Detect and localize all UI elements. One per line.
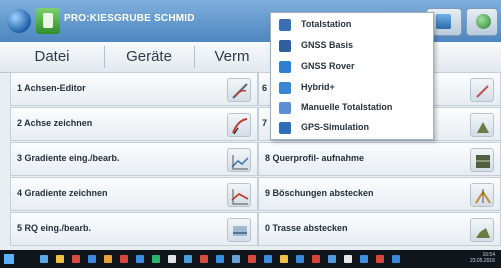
taskbar-app-icon[interactable] [56, 255, 64, 263]
gps-simulation-icon [279, 122, 291, 134]
taskbar-clock[interactable]: 16:54 23.05.2016 [470, 252, 495, 264]
taskbar-app-icon[interactable] [344, 255, 352, 263]
dropdown-item-label: GNSS Basis [301, 40, 354, 50]
devices-dropdown: Totalstation GNSS Basis GNSS Rover Hybri… [270, 12, 434, 140]
dropdown-item-label: GNSS Rover [301, 61, 355, 71]
row-achse-zeichnen[interactable]: 2 Achse zeichnen [10, 107, 258, 141]
taskbar-app-icon[interactable] [40, 255, 48, 263]
menu-geraete[interactable]: Geräte [104, 42, 194, 72]
draw-gradient-icon [227, 183, 251, 207]
row-gradiente-zeichnen[interactable]: 4 Gradiente zeichnen [10, 177, 258, 211]
row-boeschungen[interactable]: 9 Böschungen abstecken [258, 177, 501, 211]
gradient-edit-icon [227, 148, 251, 172]
totalstation-icon [279, 19, 291, 31]
menu-verm[interactable]: Verm [194, 42, 270, 72]
window-title: PRO:KIESGRUBE SCHMID [64, 13, 195, 24]
draw-axis-icon [227, 113, 251, 137]
taskbar-app-icon[interactable] [184, 255, 192, 263]
route-stakeout-icon [470, 218, 494, 242]
row-label: 8 Querprofil- aufnahme [265, 153, 365, 163]
row-label: 9 Böschungen abstecken [265, 188, 374, 198]
row-number: 6 [262, 83, 268, 93]
menu-datei[interactable]: Datei [0, 42, 104, 72]
axis-editor-icon [227, 78, 251, 102]
taskbar-app-icon[interactable] [264, 255, 272, 263]
dropdown-item-label: GPS-Simulation [301, 122, 370, 132]
dropdown-item-gnss-rover[interactable]: GNSS Rover [271, 57, 433, 77]
project-icon[interactable] [36, 8, 60, 34]
slope-stakeout-icon [470, 183, 494, 207]
dropdown-item-hybrid[interactable]: Hybrid+ [271, 78, 433, 98]
hybrid-icon [279, 82, 291, 94]
taskbar-app-icon[interactable] [72, 255, 80, 263]
taskbar-app-icon[interactable] [296, 255, 304, 263]
gnss-rover-icon [279, 61, 291, 73]
stakeout-icon [470, 113, 494, 137]
taskbar-app-icon[interactable] [360, 255, 368, 263]
row-rq-eing[interactable]: 5 RQ eing./bearb. [10, 212, 258, 246]
row-gradiente-eing[interactable]: 3 Gradiente eing./bearb. [10, 142, 258, 176]
dropdown-item-gps-simulation[interactable]: GPS-Simulation [271, 118, 433, 138]
taskbar-app-icon[interactable] [280, 255, 288, 263]
toolbar-globe-button[interactable] [466, 8, 498, 36]
taskbar-app-icon[interactable] [120, 255, 128, 263]
globe-icon[interactable] [7, 9, 31, 33]
dropdown-item-gnss-basis[interactable]: GNSS Basis [271, 36, 433, 56]
edit-icon [470, 78, 494, 102]
gnss-base-icon [279, 40, 291, 52]
taskbar-app-icon[interactable] [328, 255, 336, 263]
row-achsen-editor[interactable]: 1 Achsen-Editor [10, 72, 258, 106]
row-number: 7 [262, 118, 268, 128]
map-icon [436, 14, 451, 29]
taskbar-app-icon[interactable] [248, 255, 256, 263]
taskbar-app-icon[interactable] [232, 255, 240, 263]
taskbar-date: 23.05.2016 [469, 258, 495, 264]
taskbar-app-icon[interactable] [312, 255, 320, 263]
taskbar: 16:54 23.05.2016 [0, 250, 501, 268]
dropdown-item-manuelle-totalstation[interactable]: Manuelle Totalstation [271, 98, 433, 118]
taskbar-app-icon[interactable] [136, 255, 144, 263]
row-label: 2 Achse zeichnen [17, 118, 93, 128]
taskbar-app-icon[interactable] [200, 255, 208, 263]
dropdown-item-label: Hybrid+ [301, 82, 335, 92]
dropdown-item-label: Totalstation [301, 19, 352, 29]
row-trasse-abstecken[interactable]: 0 Trasse abstecken [258, 212, 501, 246]
taskbar-app-icon[interactable] [152, 255, 160, 263]
row-label: 0 Trasse abstecken [265, 223, 348, 233]
windows-start-icon[interactable] [4, 254, 14, 264]
row-label: 4 Gradiente zeichnen [17, 188, 108, 198]
cross-profile-icon [470, 148, 494, 172]
taskbar-app-icon[interactable] [216, 255, 224, 263]
cross-section-edit-icon [227, 218, 251, 242]
row-label: 3 Gradiente eing./bearb. [17, 153, 120, 163]
row-label: 1 Achsen-Editor [17, 83, 86, 93]
world-icon [476, 14, 491, 29]
taskbar-app-icon[interactable] [88, 255, 96, 263]
taskbar-app-icon[interactable] [392, 255, 400, 263]
dropdown-item-label: Manuelle Totalstation [301, 102, 393, 112]
taskbar-app-icon[interactable] [168, 255, 176, 263]
row-label: 5 RQ eing./bearb. [17, 223, 92, 233]
taskbar-app-icon[interactable] [104, 255, 112, 263]
dropdown-item-totalstation[interactable]: Totalstation [271, 15, 433, 35]
taskbar-app-icon[interactable] [376, 255, 384, 263]
row-querprofil[interactable]: 8 Querprofil- aufnahme [258, 142, 501, 176]
manual-totalstation-icon [279, 102, 291, 114]
